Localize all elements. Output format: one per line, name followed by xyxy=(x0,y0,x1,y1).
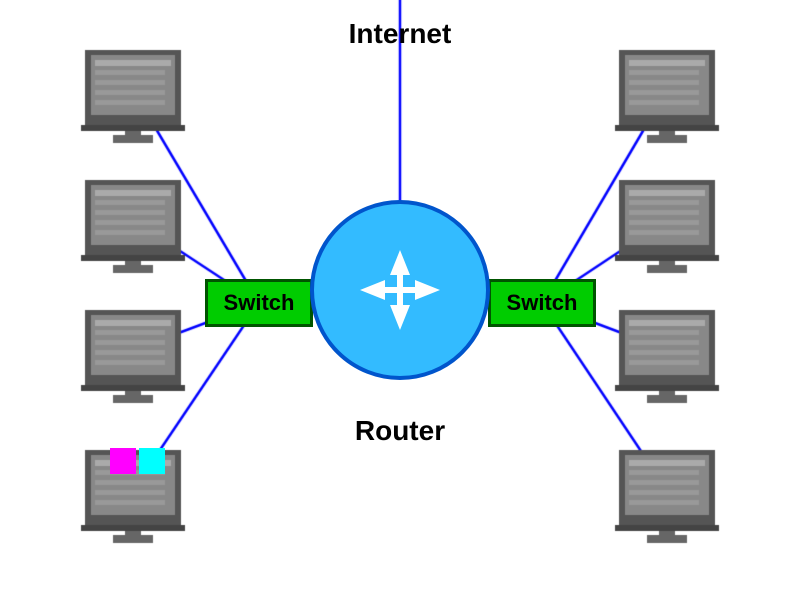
router-icon xyxy=(310,200,490,380)
switch-left: Switch xyxy=(205,279,313,327)
cyan-square xyxy=(139,448,165,474)
switch-right: Switch xyxy=(488,279,596,327)
switch-left-label: Switch xyxy=(224,290,295,316)
color-squares xyxy=(110,448,165,474)
magenta-square xyxy=(110,448,136,474)
router-label: Router xyxy=(355,415,445,447)
internet-label: Internet xyxy=(349,18,452,50)
router-arrows-svg xyxy=(345,235,455,345)
switch-right-label: Switch xyxy=(507,290,578,316)
